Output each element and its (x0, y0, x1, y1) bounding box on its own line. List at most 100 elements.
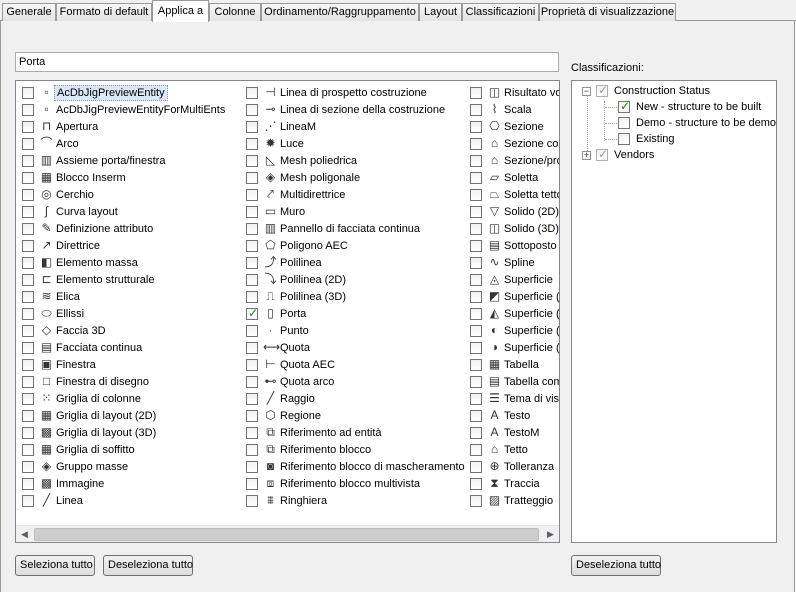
classifications-tree[interactable]: − Construction Status New - structure to… (571, 80, 777, 543)
list-item[interactable]: ⊸ Linea di sezione della costruzione (243, 101, 463, 118)
checkbox[interactable] (246, 138, 258, 150)
checkbox[interactable] (470, 155, 482, 167)
checkbox[interactable] (470, 359, 482, 371)
horizontal-scrollbar[interactable]: ◀ ▶ (16, 525, 559, 542)
checkbox[interactable] (618, 99, 630, 113)
checkbox[interactable] (618, 117, 630, 129)
list-item[interactable]: ◫ Solido (3D) (467, 220, 559, 237)
list-item[interactable]: ▥ Pannello di facciata continua (243, 220, 463, 237)
checkbox[interactable] (22, 444, 34, 456)
checkbox[interactable] (470, 291, 482, 303)
checkbox[interactable] (470, 189, 482, 201)
list-item[interactable]: ◈ Gruppo masse (19, 458, 239, 475)
checkbox[interactable] (22, 172, 34, 184)
checkbox[interactable] (470, 308, 482, 320)
checkbox[interactable] (246, 240, 258, 252)
checkbox[interactable] (246, 325, 258, 337)
list-item[interactable]: ⁙ Griglia di colonne (19, 390, 239, 407)
list-item[interactable]: ⌂ Tetto (467, 441, 559, 458)
list-item[interactable]: ▦ Griglia di layout (2D) (19, 407, 239, 424)
checkbox[interactable] (470, 342, 482, 354)
checkbox[interactable] (470, 478, 482, 490)
list-item[interactable]: ⧉ Riferimento blocco (243, 441, 463, 458)
list-item[interactable]: ▨ Tratteggio (467, 492, 559, 509)
tab-generale[interactable]: Generale (2, 3, 56, 21)
checkbox[interactable] (246, 257, 258, 269)
deselect-all-button[interactable]: Deseleziona tutto (103, 555, 193, 576)
tab-colonne[interactable]: Colonne (209, 3, 261, 21)
tab-proprieta-visualizzazione[interactable]: Proprietà di visualizzazione (539, 3, 676, 21)
list-item[interactable]: ∫ Curva layout (19, 203, 239, 220)
checkbox[interactable] (22, 291, 34, 303)
list-item[interactable]: ⊣ Linea di prospetto costruzione (243, 84, 463, 101)
checkbox[interactable] (246, 342, 258, 354)
checkbox[interactable] (470, 376, 482, 388)
checkbox[interactable] (22, 155, 34, 167)
list-item[interactable]: ⤵ Polilinea (2D) (243, 271, 463, 288)
checkbox[interactable] (246, 87, 258, 99)
checkbox[interactable] (22, 376, 34, 388)
checkbox[interactable] (246, 189, 258, 201)
list-item[interactable]: ◙ Riferimento blocco di mascheramento (243, 458, 465, 475)
checkbox[interactable] (470, 121, 482, 133)
list-item[interactable]: ▭ Muro (243, 203, 463, 220)
checkbox[interactable] (246, 223, 258, 235)
list-item[interactable]: ▩ Griglia di layout (3D) (19, 424, 239, 441)
list-item[interactable]: ▦ Tabella (467, 356, 559, 373)
checkbox[interactable] (22, 359, 34, 371)
checkbox[interactable] (470, 325, 482, 337)
scroll-right-arrow-icon[interactable]: ▶ (542, 526, 559, 542)
list-item[interactable]: ◈ Mesh poligonale (243, 169, 463, 186)
checkbox[interactable] (22, 393, 34, 405)
list-item[interactable]: ⤤ Multidirettrice (243, 186, 463, 203)
list-item[interactable]: ⬡ Regione (243, 407, 463, 424)
checkbox[interactable] (470, 104, 482, 116)
checkbox[interactable] (22, 495, 34, 507)
list-item[interactable]: ↗ Direttrice (19, 237, 239, 254)
list-item[interactable]: A TestoM (467, 424, 559, 441)
list-item[interactable]: ≋ Elica (19, 288, 239, 305)
list-item[interactable]: ◧ Elemento massa (19, 254, 239, 271)
list-item[interactable]: ⧈ Riferimento blocco multivista (243, 475, 463, 492)
expand-icon[interactable]: + (582, 151, 591, 160)
checkbox[interactable] (22, 308, 34, 320)
list-item[interactable]: ◩ Superficie (e (467, 288, 559, 305)
checkbox[interactable] (22, 342, 34, 354)
list-item[interactable]: ⤴ Polilinea (243, 254, 463, 271)
list-item[interactable]: ⏢ Soletta tetto (467, 186, 559, 203)
checkbox[interactable] (246, 206, 258, 218)
checkbox[interactable] (22, 189, 34, 201)
checkbox[interactable] (470, 223, 482, 235)
checkbox[interactable] (470, 206, 482, 218)
list-item[interactable]: · Punto (243, 322, 463, 339)
list-item[interactable]: ⌇ Scala (467, 101, 559, 118)
list-item[interactable]: ◇ Faccia 3D (19, 322, 239, 339)
list-item[interactable]: ▽ Solido (2D) (467, 203, 559, 220)
list-item[interactable]: ⬠ Poligono AEC (243, 237, 463, 254)
list-item[interactable]: ▫ AcDbJigPreviewEntityForMultiEnts (19, 101, 239, 118)
checkbox[interactable] (470, 138, 482, 150)
list-item[interactable]: ⌒ Arco (19, 135, 239, 152)
checkbox[interactable] (246, 376, 258, 388)
checkbox[interactable] (618, 133, 630, 145)
list-item[interactable]: ⎔ Sezione (467, 118, 559, 135)
list-item[interactable]: ∿ Spline (467, 254, 559, 271)
checkbox[interactable] (246, 155, 258, 167)
checkbox[interactable] (470, 257, 482, 269)
checkbox[interactable] (246, 291, 258, 303)
checkbox[interactable] (470, 87, 482, 99)
checkbox[interactable] (246, 410, 258, 422)
checkbox[interactable] (22, 427, 34, 439)
list-item[interactable]: ✹ Luce (243, 135, 463, 152)
list-item[interactable]: ⩩ Ringhiera (243, 492, 463, 509)
checkbox[interactable] (246, 121, 258, 133)
checkbox[interactable] (596, 83, 608, 97)
checkbox[interactable] (22, 240, 34, 252)
list-item[interactable]: ⊷ Quota arco (243, 373, 463, 390)
list-item[interactable]: ⧗ Traccia (467, 475, 559, 492)
scrollbar-thumb[interactable] (34, 528, 539, 541)
list-item[interactable]: ⊓ Apertura (19, 118, 239, 135)
checkbox[interactable] (22, 138, 34, 150)
list-item[interactable]: ╱ Linea (19, 492, 239, 509)
checkbox[interactable] (22, 274, 34, 286)
